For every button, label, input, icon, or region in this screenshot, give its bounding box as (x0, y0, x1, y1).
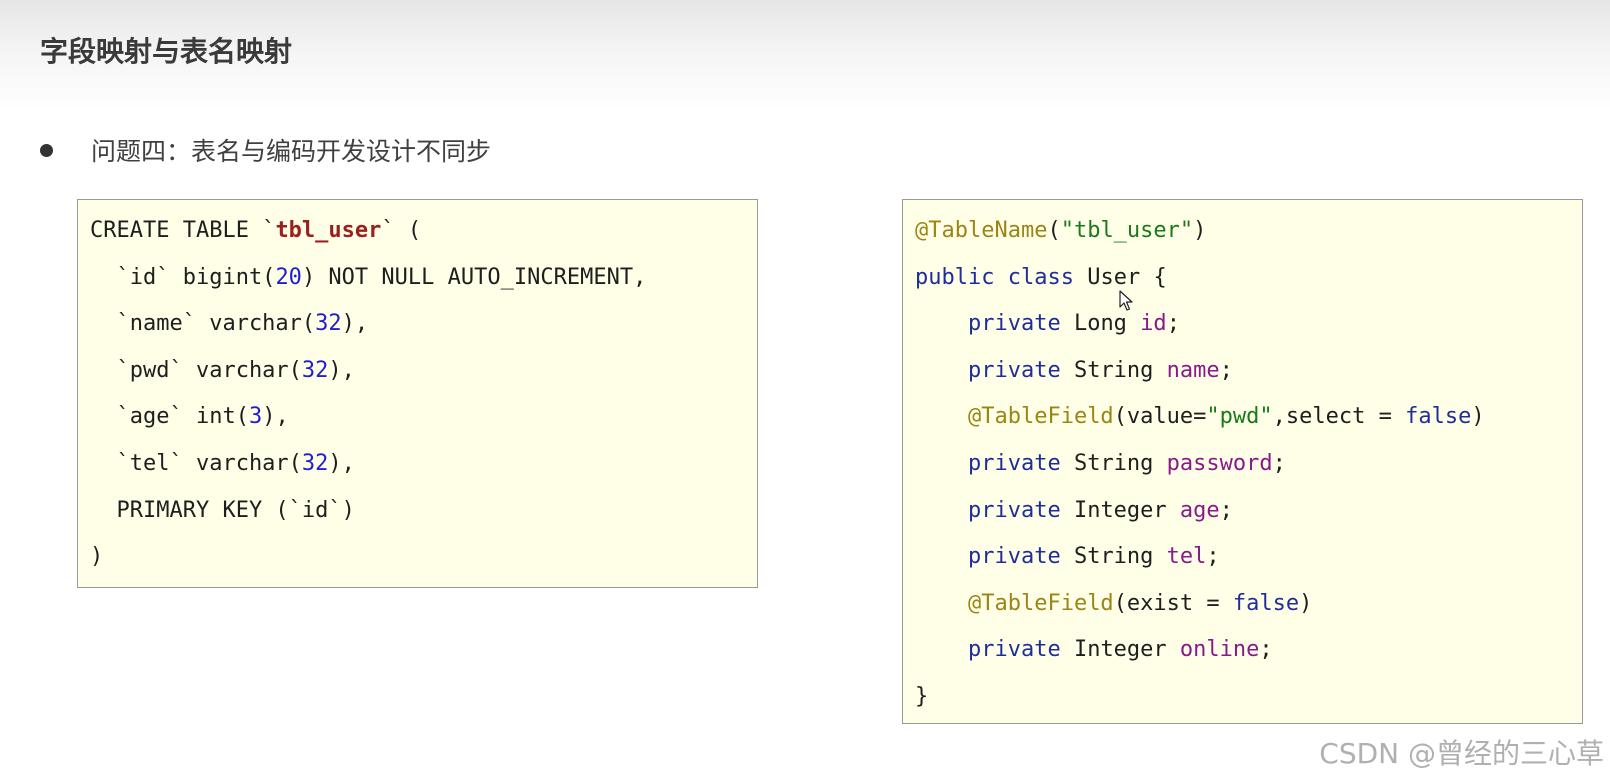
code-token: `name` varchar( (90, 311, 316, 337)
code-token: String (1060, 544, 1167, 570)
code-line: private String name; (915, 348, 1582, 395)
code-token: `pwd` varchar( (90, 357, 302, 383)
code-line: PRIMARY KEY (`id`) (90, 488, 757, 535)
code-token: private (967, 450, 1061, 476)
code-token: ), (262, 404, 289, 430)
bullet-dot-icon (40, 143, 53, 157)
code-token: 32 (301, 450, 329, 476)
code-token: @TableField (967, 590, 1114, 616)
code-line: public class User { (915, 255, 1582, 302)
code-line: private String password; (915, 441, 1582, 488)
code-token: `age` int( (90, 404, 249, 430)
code-token: private (967, 311, 1061, 337)
code-token: Integer (1060, 497, 1180, 523)
code-token: Long (1060, 311, 1141, 337)
code-token: ), (328, 450, 355, 476)
code-token: 32 (301, 357, 329, 383)
code-token: (exist = (1113, 590, 1233, 616)
code-token: private (967, 637, 1061, 663)
code-line: @TableField(exist = false) (915, 581, 1582, 628)
bullet-item: 问题四：表名与编码开发设计不同步 (40, 130, 491, 170)
code-line: ) (90, 534, 757, 581)
code-token: ) (1193, 218, 1207, 243)
code-token: ( (1047, 218, 1061, 243)
code-token: `tel` varchar( (90, 450, 302, 476)
sql-code-block: CREATE TABLE `tbl_user` ( `id` bigint(20… (77, 199, 758, 588)
code-token: online (1179, 637, 1260, 663)
code-token: ) NOT NULL AUTO_INCREMENT, (301, 264, 647, 290)
code-token: private (967, 497, 1061, 523)
code-line: @TableField(value="pwd",select = false) (915, 394, 1582, 441)
code-token: CREATE TABLE ` (90, 218, 276, 243)
watermark: CSDN @曾经的三心草 (1319, 737, 1604, 770)
bullet-text: 问题四：表名与编码开发设计不同步 (91, 137, 492, 166)
code-token: User { (1073, 264, 1167, 290)
code-token: tel (1166, 544, 1207, 570)
code-token: false (1405, 404, 1472, 430)
code-line: CREATE TABLE `tbl_user` ( (90, 208, 757, 255)
code-token: ; (1259, 637, 1273, 663)
code-token: ; (1166, 311, 1180, 337)
code-token: @TableField (967, 404, 1114, 430)
code-token: } (915, 683, 929, 709)
code-token: false (1232, 590, 1300, 616)
code-line: `pwd` varchar(32), (90, 348, 757, 395)
code-token: ), (341, 311, 369, 337)
code-token: PRIMARY KEY (`id`) (90, 497, 355, 523)
code-token: ,select = (1272, 404, 1406, 430)
code-line: `age` int(3), (90, 394, 757, 441)
code-token: password (1166, 450, 1273, 476)
code-token: String (1060, 450, 1167, 476)
mouse-pointer-icon (1119, 290, 1133, 311)
code-line: private Long id; (915, 301, 1582, 348)
code-token: ; (1219, 497, 1233, 523)
code-token: ) (1471, 404, 1485, 430)
code-line: } (915, 674, 1582, 721)
code-token: ` ( (381, 218, 422, 243)
code-token: Integer (1060, 637, 1180, 663)
code-token: `id` bigint( (90, 264, 276, 290)
code-token: ) (1299, 590, 1313, 616)
code-line: private String tel; (915, 534, 1582, 581)
code-token: 3 (248, 404, 263, 430)
java-code-block: @TableName("tbl_user") public class User … (902, 199, 1583, 724)
code-token: ) (90, 544, 104, 570)
code-token: public (915, 264, 995, 290)
code-token: "pwd" (1206, 404, 1273, 430)
code-line: private Integer age; (915, 488, 1582, 535)
code-token: 20 (275, 264, 302, 290)
code-line: `name` varchar(32), (90, 301, 757, 348)
code-token: @TableName (915, 218, 1048, 243)
code-token: (value= (1113, 404, 1207, 430)
code-line: private Integer online; (915, 627, 1582, 674)
code-token: ), (328, 357, 355, 383)
code-line: `tel` varchar(32), (90, 441, 757, 488)
code-token: private (967, 544, 1061, 570)
code-token: 32 (315, 311, 342, 337)
code-token: class (1007, 264, 1074, 290)
code-token: "tbl_user" (1060, 218, 1194, 243)
code-token: ; (1206, 544, 1220, 570)
code-token: tbl_user (275, 218, 382, 243)
code-token: id (1140, 311, 1167, 337)
code-token: ; (1272, 450, 1286, 476)
code-token: private (967, 357, 1061, 383)
code-token: String (1060, 357, 1167, 383)
code-line: `id` bigint(20) NOT NULL AUTO_INCREMENT, (90, 255, 757, 302)
slide-title: 字段映射与表名映射 (40, 35, 293, 68)
code-token: name (1166, 357, 1220, 383)
code-line: @TableName("tbl_user") (915, 208, 1582, 255)
code-token: ; (1219, 357, 1233, 383)
code-token: age (1179, 497, 1220, 523)
